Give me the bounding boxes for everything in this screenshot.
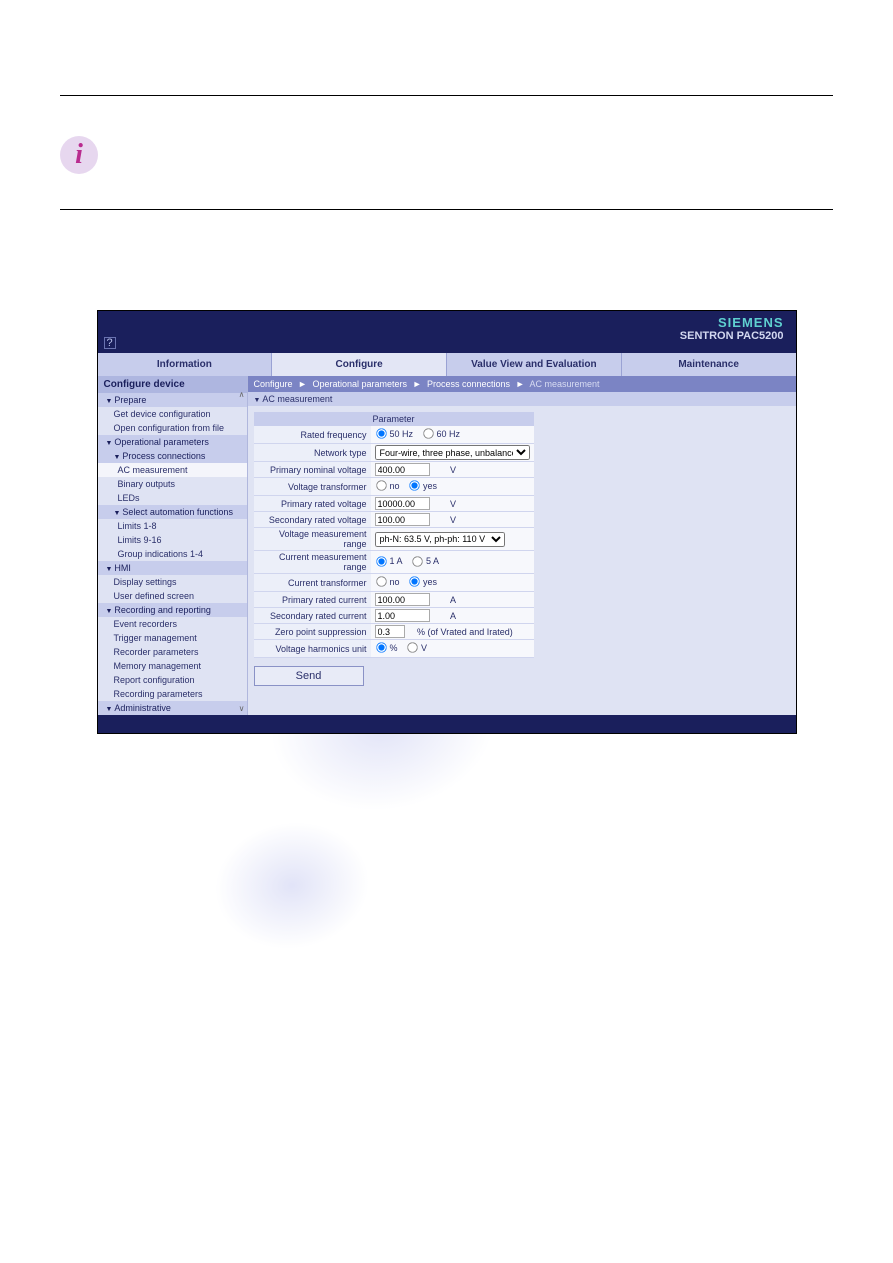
sidebar-title: Configure device [98, 376, 247, 393]
sidebar-group-admin[interactable]: Administrative [98, 701, 247, 715]
radio-ct-no[interactable]: no [375, 575, 400, 588]
unit-prim-nom-v: V [432, 465, 456, 475]
input-prim-nom-v[interactable] [375, 463, 430, 476]
label-zero-point: Zero point suppression [254, 624, 371, 640]
brand-model: SENTRON PAC5200 [680, 330, 784, 342]
label-rated-freq: Rated frequency [254, 426, 371, 444]
sidebar-item-user-screen[interactable]: User defined screen [98, 589, 247, 603]
radio-50hz[interactable]: 50 Hz [375, 427, 414, 440]
sidebar-group-process-conn[interactable]: Process connections [98, 449, 247, 463]
sidebar-group-select-auto[interactable]: Select automation functions [98, 505, 247, 519]
section-header[interactable]: AC measurement [248, 392, 796, 406]
sidebar-item-trigger-mgmt[interactable]: Trigger management [98, 631, 247, 645]
sidebar-item-report-config[interactable]: Report configuration [98, 673, 247, 687]
sidebar: Configure device ∧ Prepare Get device co… [98, 376, 248, 715]
info-icon: i [60, 136, 98, 174]
footer-bar [98, 715, 796, 733]
input-zero-point[interactable] [375, 625, 405, 638]
tab-configure[interactable]: Configure [272, 353, 447, 376]
input-sec-rated-v[interactable] [375, 513, 430, 526]
sidebar-item-open-config[interactable]: Open configuration from file [98, 421, 247, 435]
label-c-meas-range: Current measurement range [254, 551, 371, 574]
help-icon[interactable]: ? [104, 337, 116, 349]
select-v-meas-range[interactable]: ph-N: 63.5 V, ph-ph: 110 V [375, 532, 505, 547]
radio-harm-pct[interactable]: % [375, 641, 398, 654]
tab-information[interactable]: Information [98, 353, 273, 376]
send-button[interactable]: Send [254, 666, 364, 686]
sidebar-item-get-config[interactable]: Get device configuration [98, 407, 247, 421]
breadcrumb-current: AC measurement [530, 379, 600, 389]
sidebar-item-leds[interactable]: LEDs [98, 491, 247, 505]
unit-prim-rated-c: A [432, 595, 456, 605]
unit-sec-rated-c: A [432, 611, 456, 621]
select-network-type[interactable]: Four-wire, three phase, unbalanced [375, 445, 530, 460]
unit-zero-point: % (of Vrated and Irated) [407, 627, 513, 637]
label-network-type: Network type [254, 444, 371, 462]
label-prim-rated-v: Primary rated voltage [254, 496, 371, 512]
sidebar-group-op-params[interactable]: Operational parameters [98, 435, 247, 449]
unit-sec-rated-v: V [432, 515, 456, 525]
breadcrumb-configure[interactable]: Configure [254, 379, 293, 389]
scroll-up-icon[interactable]: ∧ [239, 390, 245, 399]
sidebar-item-memory-mgmt[interactable]: Memory management [98, 659, 247, 673]
sidebar-item-display-settings[interactable]: Display settings [98, 575, 247, 589]
sidebar-item-event-rec[interactable]: Event recorders [98, 617, 247, 631]
sidebar-item-recorder-params[interactable]: Recorder parameters [98, 645, 247, 659]
breadcrumb-process-conn[interactable]: Process connections [427, 379, 510, 389]
input-sec-rated-c[interactable] [375, 609, 430, 622]
sidebar-item-recording-params[interactable]: Recording parameters [98, 687, 247, 701]
radio-1a[interactable]: 1 A [375, 555, 403, 568]
tab-value-view[interactable]: Value View and Evaluation [447, 353, 622, 376]
label-curr-trans: Current transformer [254, 574, 371, 592]
input-prim-rated-v[interactable] [375, 497, 430, 510]
unit-prim-rated-v: V [432, 499, 456, 509]
radio-ct-yes[interactable]: yes [408, 575, 437, 588]
scroll-down-icon[interactable]: ∨ [239, 704, 245, 713]
label-sec-rated-c: Secondary rated current [254, 608, 371, 624]
sidebar-group-rec-rep[interactable]: Recording and reporting [98, 603, 247, 617]
brand-company: SIEMENS [680, 315, 784, 330]
input-prim-rated-c[interactable] [375, 593, 430, 606]
main-tabs: Information Configure Value View and Eva… [98, 353, 796, 376]
sidebar-item-limits-1-8[interactable]: Limits 1-8 [98, 519, 247, 533]
sidebar-group-hmi[interactable]: HMI [98, 561, 247, 575]
divider-mid [60, 209, 833, 210]
breadcrumb-op-params[interactable]: Operational parameters [312, 379, 407, 389]
label-v-meas-range: Voltage measurement range [254, 528, 371, 551]
divider-top [60, 95, 833, 96]
radio-vt-yes[interactable]: yes [408, 479, 437, 492]
label-v-harm-unit: Voltage harmonics unit [254, 640, 371, 658]
sidebar-item-ac-measurement[interactable]: AC measurement [98, 463, 247, 477]
label-volt-trans: Voltage transformer [254, 478, 371, 496]
sidebar-item-binary-outputs[interactable]: Binary outputs [98, 477, 247, 491]
label-sec-rated-v: Secondary rated voltage [254, 512, 371, 528]
sidebar-item-limits-9-16[interactable]: Limits 9-16 [98, 533, 247, 547]
breadcrumb: Configure ► Operational parameters ► Pro… [248, 376, 796, 392]
radio-60hz[interactable]: 60 Hz [422, 427, 461, 440]
sidebar-group-prepare[interactable]: Prepare [98, 393, 247, 407]
main-panel: Configure ► Operational parameters ► Pro… [248, 376, 796, 715]
radio-vt-no[interactable]: no [375, 479, 400, 492]
radio-5a[interactable]: 5 A [411, 555, 439, 568]
app-window: ? SIEMENS SENTRON PAC5200 Information Co… [97, 310, 797, 734]
brand-bar: ? SIEMENS SENTRON PAC5200 [98, 311, 796, 353]
param-header: Parameter [254, 412, 534, 426]
label-prim-nom-v: Primary nominal voltage [254, 462, 371, 478]
parameter-table: Parameter Rated frequency 50 Hz 60 Hz Ne… [254, 412, 534, 658]
tab-maintenance[interactable]: Maintenance [622, 353, 796, 376]
label-prim-rated-c: Primary rated current [254, 592, 371, 608]
radio-harm-v[interactable]: V [406, 641, 427, 654]
sidebar-item-group-ind[interactable]: Group indications 1-4 [98, 547, 247, 561]
